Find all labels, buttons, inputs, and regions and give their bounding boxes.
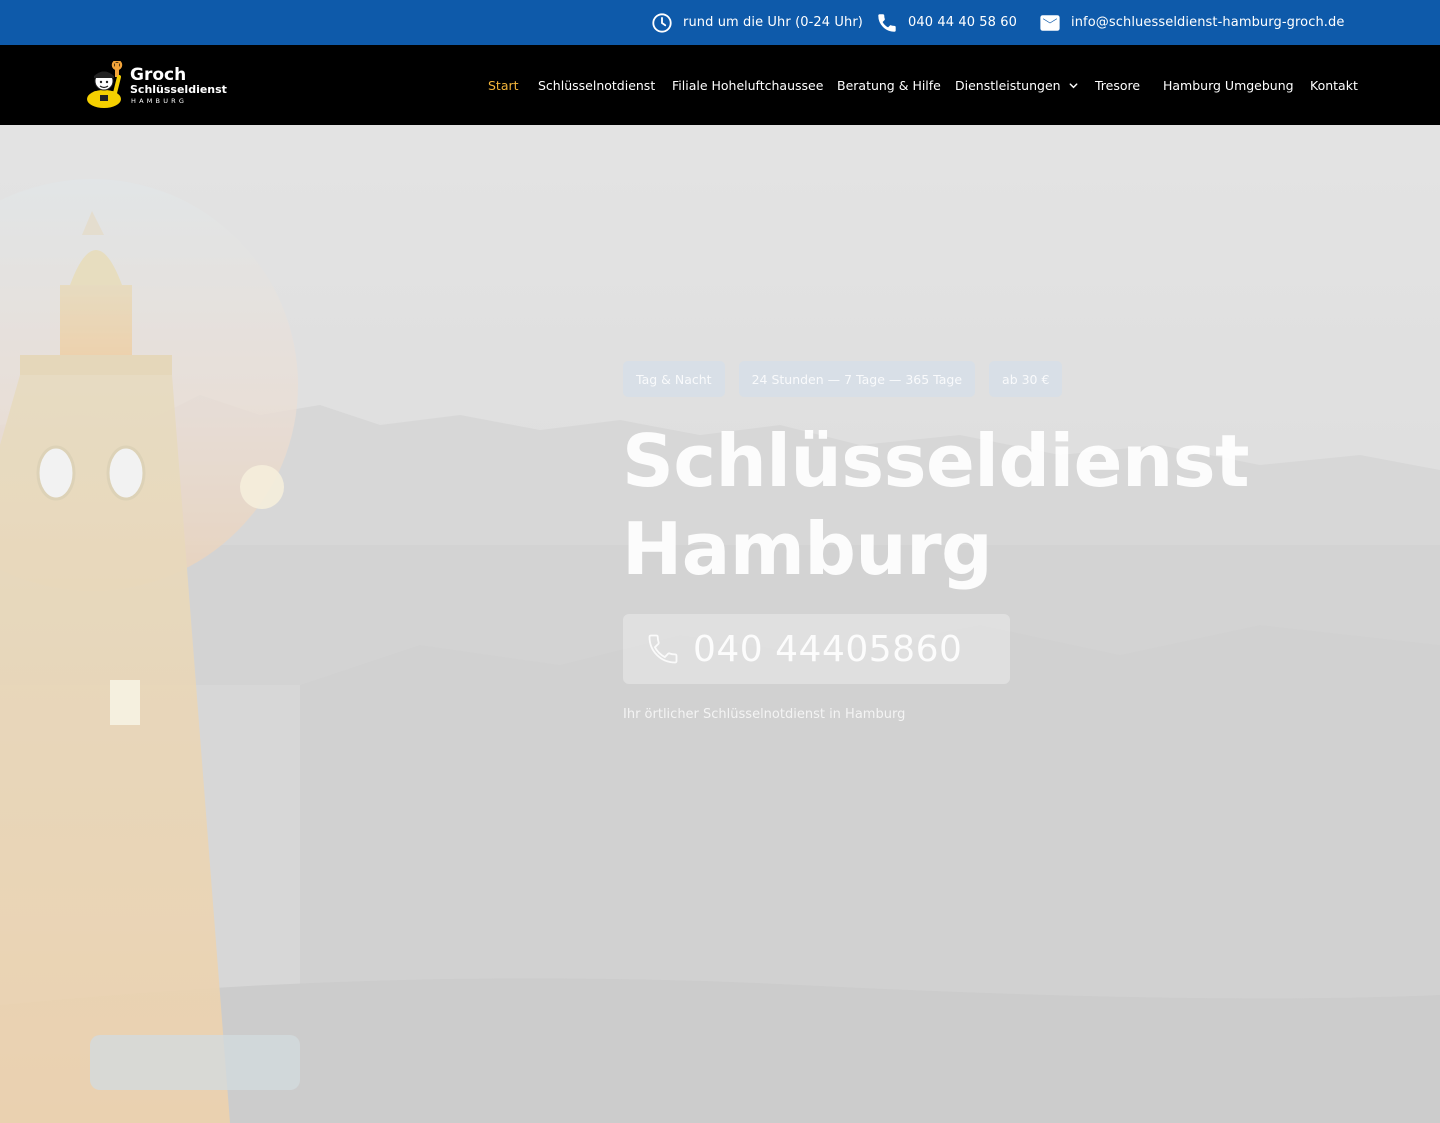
nav-item-start[interactable]: Start (488, 45, 519, 125)
nav-item-dienstleistungen[interactable]: Dienstleistungen (955, 45, 1079, 125)
main-navigation: Start Schlüsselnotdienst Filiale Hoheluf… (0, 45, 1440, 125)
hero-subtitle: Ihr örtlicher Schlüsselnotdienst in Hamb… (623, 707, 906, 722)
mail-icon (1040, 14, 1060, 31)
nav-item-hamburg-umgebung[interactable]: Hamburg Umgebung (1163, 45, 1294, 125)
phone-link[interactable]: 040 44 40 58 60 (876, 0, 1017, 45)
hours-text: rund um die Uhr (0-24 Uhr) (683, 15, 863, 30)
hours-info: rund um die Uhr (0-24 Uhr) (651, 0, 863, 45)
hero-section: Tag & Nacht 24 Stunden — 7 Tage — 365 Ta… (0, 125, 1440, 1123)
phone-icon (648, 634, 678, 664)
nav-item-tresore[interactable]: Tresore (1095, 45, 1140, 125)
badge-day-night: Tag & Nacht (623, 361, 725, 397)
main-header: Groch Schlüsseldienst HAMBURG Start Schl… (0, 45, 1440, 125)
badge-availability: 24 Stunden — 7 Tage — 365 Tage (738, 361, 976, 397)
clock-icon (652, 12, 672, 33)
email-link[interactable]: info@schluesseldienst-hamburg-groch.de (1039, 0, 1344, 45)
email-text: info@schluesseldienst-hamburg-groch.de (1071, 15, 1345, 30)
hero-title-line-1: Schlüsseldienst (622, 419, 1250, 503)
call-number: 040 44405860 (693, 628, 963, 670)
nav-item-filiale-hoheluftchaussee[interactable]: Filiale Hoheluftchaussee (672, 45, 823, 125)
top-info-bar: rund um die Uhr (0-24 Uhr) 040 44 40 58 … (0, 0, 1440, 45)
nav-item-beratung-hilfe[interactable]: Beratung & Hilfe (837, 45, 941, 125)
phone-text: 040 44 40 58 60 (908, 15, 1018, 30)
nav-item-kontakt[interactable]: Kontakt (1310, 45, 1358, 125)
nav-item-schluesselnotdienst[interactable]: Schlüsselnotdienst (538, 45, 655, 125)
hero-badges: Tag & Nacht 24 Stunden — 7 Tage — 365 Ta… (623, 361, 1063, 397)
call-now-button[interactable]: 040 44405860 (623, 614, 1010, 684)
hero-title: Schlüsseldienst Hamburg (622, 417, 1322, 593)
badge-price: ab 30 € (989, 361, 1063, 397)
hero-title-line-2: Hamburg (622, 507, 993, 591)
chevron-down-icon (1069, 82, 1078, 88)
nav-item-dienstleistungen-label: Dienstleistungen (955, 77, 1061, 93)
phone-icon (878, 13, 896, 32)
